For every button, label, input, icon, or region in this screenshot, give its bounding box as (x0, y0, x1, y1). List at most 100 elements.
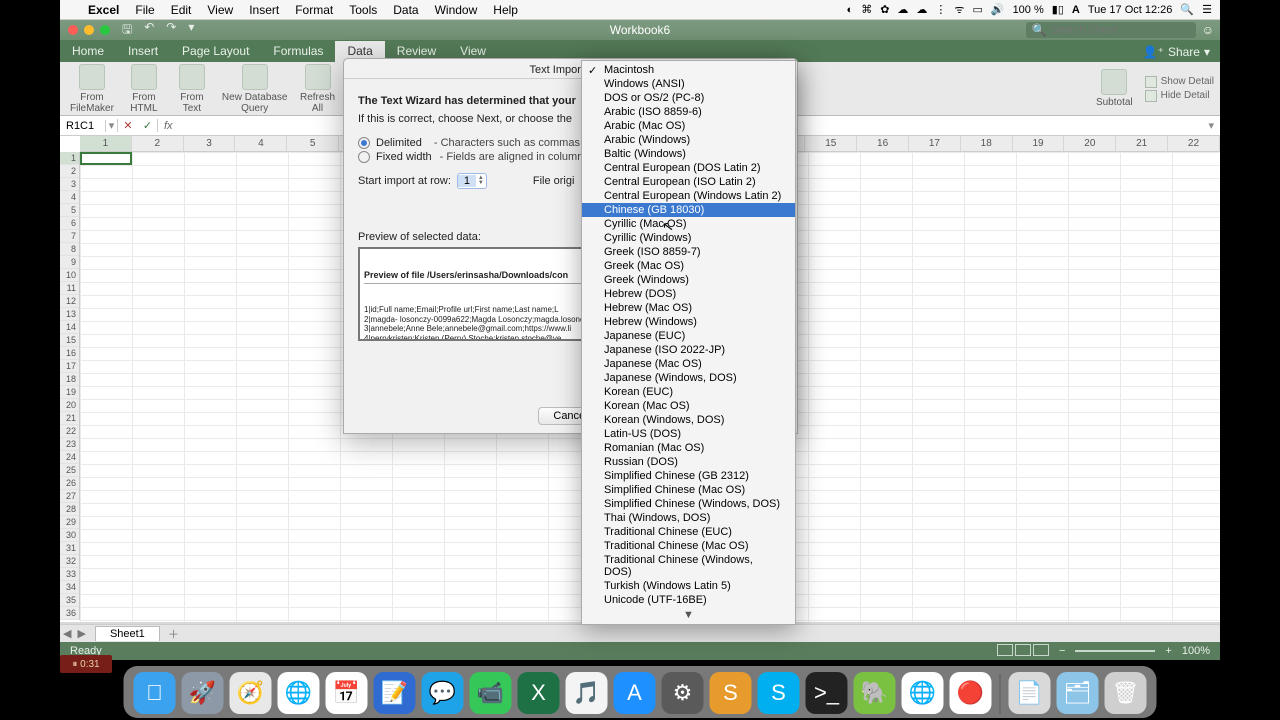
encoding-option[interactable]: Cyrillic (Windows) (582, 231, 795, 245)
fx-label[interactable]: fx (158, 120, 179, 132)
undo-icon[interactable]: ↶ (144, 20, 154, 41)
row-header[interactable]: 24 (60, 451, 79, 464)
encoding-option[interactable]: DOS or OS/2 (PC-8) (582, 91, 795, 105)
col-header[interactable]: 15 (805, 136, 857, 151)
dock-skype[interactable]: S (758, 672, 800, 714)
dock-excel[interactable]: X (518, 672, 560, 714)
col-header[interactable]: 5 (287, 136, 339, 151)
row-header[interactable]: 34 (60, 581, 79, 594)
dock-chrome2[interactable]: 🌐 (902, 672, 944, 714)
row-header[interactable]: 32 (60, 555, 79, 568)
encoding-option[interactable]: Central European (ISO Latin 2) (582, 175, 795, 189)
row-header[interactable]: 1 (60, 152, 79, 165)
status-icon[interactable]: ⌘ (861, 3, 872, 16)
sheet-prev[interactable]: ◀ (60, 627, 74, 640)
start-row-field[interactable] (458, 175, 476, 187)
row-header[interactable]: 22 (60, 425, 79, 438)
col-header[interactable]: 3 (184, 136, 236, 151)
row-header[interactable]: 8 (60, 243, 79, 256)
display-icon[interactable]: ▭ (972, 3, 982, 16)
spotlight-icon[interactable]: 🔍 (1180, 3, 1194, 16)
show-detail[interactable]: Show Detail (1145, 76, 1214, 88)
encoding-option[interactable]: Unicode (UTF-16BE) (582, 593, 795, 607)
name-dropdown[interactable]: ▾ (106, 119, 118, 132)
encoding-option[interactable]: Japanese (Windows, DOS) (582, 371, 795, 385)
row-header[interactable]: 23 (60, 438, 79, 451)
row-header[interactable]: 11 (60, 282, 79, 295)
zoom-out[interactable]: − (1059, 645, 1065, 657)
row-header[interactable]: 7 (60, 230, 79, 243)
menu-file[interactable]: File (127, 3, 162, 17)
dock-appstore[interactable]: A (614, 672, 656, 714)
row-header[interactable]: 28 (60, 503, 79, 516)
row-header[interactable]: 27 (60, 490, 79, 503)
row-header[interactable]: 31 (60, 542, 79, 555)
row-header[interactable]: 25 (60, 464, 79, 477)
encoding-option[interactable]: Romanian (Mac OS) (582, 441, 795, 455)
file-origin-dropdown[interactable]: MacintoshWindows (ANSI)DOS or OS/2 (PC-8… (581, 60, 796, 625)
app-name[interactable]: Excel (80, 3, 127, 17)
row-header[interactable]: 21 (60, 412, 79, 425)
encoding-option[interactable]: Windows (ANSI) (582, 77, 795, 91)
subtotal-button[interactable]: Subtotal (1092, 67, 1137, 110)
col-header[interactable]: 20 (1064, 136, 1116, 151)
col-header[interactable]: 21 (1116, 136, 1168, 151)
encoding-option[interactable]: Simplified Chinese (GB 2312) (582, 469, 795, 483)
dock-folder[interactable]: 🗂 (1057, 672, 1099, 714)
dock-chrome[interactable]: 🌐 (278, 672, 320, 714)
tab-formulas[interactable]: Formulas (261, 41, 335, 62)
menu-insert[interactable]: Insert (241, 3, 287, 17)
expand-formula-bar[interactable]: ▾ (1202, 119, 1220, 132)
row-header[interactable]: 10 (60, 269, 79, 282)
dock-terminal[interactable]: >_ (806, 672, 848, 714)
zoom-window[interactable] (100, 25, 110, 35)
ribbon-all[interactable]: RefreshAll (296, 62, 340, 116)
dock-finder[interactable]: 􀎞 (134, 672, 176, 714)
encoding-option[interactable]: Simplified Chinese (Mac OS) (582, 483, 795, 497)
encoding-option[interactable]: Hebrew (Mac OS) (582, 301, 795, 315)
encoding-option[interactable]: Korean (Windows, DOS) (582, 413, 795, 427)
encoding-option[interactable]: Japanese (Mac OS) (582, 357, 795, 371)
row-header[interactable]: 18 (60, 373, 79, 386)
row-header[interactable]: 36 (60, 607, 79, 620)
hide-detail[interactable]: Hide Detail (1145, 90, 1214, 102)
menu-format[interactable]: Format (287, 3, 341, 17)
search-sheet[interactable]: 🔍 (1026, 22, 1196, 38)
encoding-option[interactable]: Baltic (Windows) (582, 147, 795, 161)
start-row-input[interactable]: ▲▼ (457, 173, 487, 189)
encoding-option[interactable]: Central European (Windows Latin 2) (582, 189, 795, 203)
encoding-option[interactable]: Greek (ISO 8859-7) (582, 245, 795, 259)
encoding-option[interactable]: Arabic (ISO 8859-6) (582, 105, 795, 119)
encoding-option[interactable]: Simplified Chinese (Windows, DOS) (582, 497, 795, 511)
encoding-option[interactable]: Traditional Chinese (Mac OS) (582, 539, 795, 553)
row-header[interactable]: 33 (60, 568, 79, 581)
col-header[interactable]: 4 (235, 136, 287, 151)
encoding-option[interactable]: Hebrew (DOS) (582, 287, 795, 301)
dock-evernote[interactable]: 🐘 (854, 672, 896, 714)
encoding-option[interactable]: Traditional Chinese (Windows, DOS) (582, 553, 795, 579)
dock-trash[interactable]: 🗑 (1105, 672, 1147, 714)
stepper-down[interactable]: ▼ (478, 181, 484, 186)
save-icon[interactable]: 🖫 (122, 20, 132, 41)
col-header[interactable]: 19 (1013, 136, 1065, 151)
add-sheet[interactable]: ＋ (168, 626, 179, 642)
dock-facetime[interactable]: 📹 (470, 672, 512, 714)
encoding-option[interactable]: Japanese (EUC) (582, 329, 795, 343)
status-icon[interactable]: ☁ (916, 3, 927, 16)
col-header[interactable]: 17 (909, 136, 961, 151)
wifi-icon[interactable]: ᯤ (954, 2, 964, 17)
encoding-option[interactable]: Macintosh (582, 63, 795, 77)
name-box[interactable]: R1C1 (60, 120, 106, 132)
menu-tools[interactable]: Tools (341, 3, 385, 17)
ribbon-html[interactable]: FromHTML (122, 62, 166, 116)
menu-window[interactable]: Window (427, 3, 486, 17)
menu-edit[interactable]: Edit (163, 3, 200, 17)
feedback-icon[interactable]: ☺ (1202, 23, 1214, 37)
encoding-option[interactable]: Japanese (ISO 2022-JP) (582, 343, 795, 357)
col-header[interactable]: 16 (857, 136, 909, 151)
row-header[interactable]: 19 (60, 386, 79, 399)
encoding-option[interactable]: Chinese (GB 18030) (582, 203, 795, 217)
row-header[interactable]: 3 (60, 178, 79, 191)
menu-data[interactable]: Data (385, 3, 426, 17)
row-header[interactable]: 17 (60, 360, 79, 373)
